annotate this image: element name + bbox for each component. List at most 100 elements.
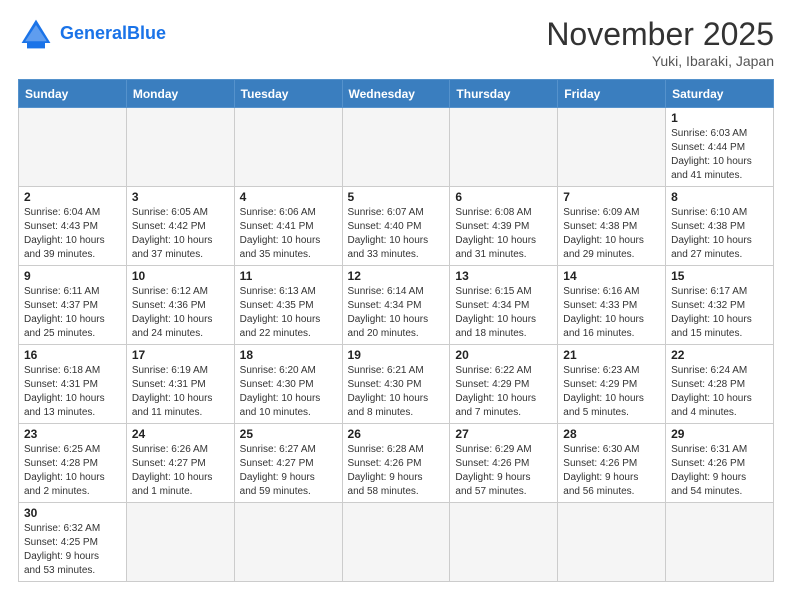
weekday-saturday: Saturday — [666, 80, 774, 108]
day-cell: 12Sunrise: 6:14 AM Sunset: 4:34 PM Dayli… — [342, 266, 450, 345]
day-cell — [126, 503, 234, 582]
week-row-4: 16 Sunrise: 6:18 AM Sunset: 4:31 PM Dayli… — [19, 345, 774, 424]
day-cell: 13Sunrise: 6:15 AM Sunset: 4:34 PM Dayli… — [450, 266, 558, 345]
day-number: 7 — [563, 190, 660, 204]
day-number: 23 — [24, 427, 121, 441]
day-number: 27 — [455, 427, 552, 441]
day-number: 9 — [24, 269, 121, 283]
day-cell: 26 Sunrise: 6:28 AM Sunset: 4:26 PM Dayli… — [342, 424, 450, 503]
day-cell — [342, 503, 450, 582]
day-cell: 20 Sunrise: 6:22 AM Sunset: 4:29 PM Dayli… — [450, 345, 558, 424]
day-info: Sunrise: 6:18 AM Sunset: 4:31 PM Dayligh… — [24, 364, 121, 420]
day-cell: 18Sunrise: 6:20 AM Sunset: 4:30 PM Dayli… — [234, 345, 342, 424]
day-cell: 8Sunrise: 6:10 AM Sunset: 4:38 PM Daylig… — [666, 187, 774, 266]
logo-blue: Blue — [127, 23, 166, 43]
day-cell: 1 Sunrise: 6:03 AM Sunset: 4:44 PM Daylig… — [666, 108, 774, 187]
week-row-5: 23 Sunrise: 6:25 AM Sunset: 4:28 PM Dayli… — [19, 424, 774, 503]
day-number: 2 — [24, 190, 121, 204]
day-cell: 28 Sunrise: 6:30 AM Sunset: 4:26 PM Dayli… — [558, 424, 666, 503]
weekday-friday: Friday — [558, 80, 666, 108]
day-info: Sunrise: 6:25 AM Sunset: 4:28 PM Dayligh… — [24, 443, 121, 499]
day-number: 17 — [132, 348, 229, 362]
day-cell — [126, 108, 234, 187]
month-title: November 2025 — [546, 16, 774, 53]
day-number: 1 — [671, 111, 768, 125]
day-info: Sunrise: 6:30 AM Sunset: 4:26 PM Dayligh… — [563, 443, 660, 499]
day-cell: 24Sunrise: 6:26 AM Sunset: 4:27 PM Dayli… — [126, 424, 234, 503]
day-number: 11 — [240, 269, 337, 283]
day-info: Sunrise: 6:07 AM Sunset: 4:40 PM Dayligh… — [348, 206, 445, 262]
week-row-3: 9 Sunrise: 6:11 AM Sunset: 4:37 PM Daylig… — [19, 266, 774, 345]
day-cell — [666, 503, 774, 582]
day-number: 19 — [348, 348, 445, 362]
day-cell: 19 Sunrise: 6:21 AM Sunset: 4:30 PM Dayli… — [342, 345, 450, 424]
day-cell: 10 Sunrise: 6:12 AM Sunset: 4:36 PM Dayli… — [126, 266, 234, 345]
header: GeneralBlue November 2025 Yuki, Ibaraki,… — [18, 16, 774, 69]
weekday-tuesday: Tuesday — [234, 80, 342, 108]
day-number: 10 — [132, 269, 229, 283]
day-number: 6 — [455, 190, 552, 204]
day-number: 25 — [240, 427, 337, 441]
day-info: Sunrise: 6:10 AM Sunset: 4:38 PM Dayligh… — [671, 206, 768, 262]
logo-general: General — [60, 23, 127, 43]
day-cell: 21 Sunrise: 6:23 AM Sunset: 4:29 PM Dayli… — [558, 345, 666, 424]
day-number: 24 — [132, 427, 229, 441]
day-info: Sunrise: 6:16 AM Sunset: 4:33 PM Dayligh… — [563, 285, 660, 341]
day-cell — [234, 108, 342, 187]
day-number: 5 — [348, 190, 445, 204]
weekday-wednesday: Wednesday — [342, 80, 450, 108]
day-number: 22 — [671, 348, 768, 362]
day-number: 18 — [240, 348, 337, 362]
day-info: Sunrise: 6:05 AM Sunset: 4:42 PM Dayligh… — [132, 206, 229, 262]
day-info: Sunrise: 6:13 AM Sunset: 4:35 PM Dayligh… — [240, 285, 337, 341]
day-number: 26 — [348, 427, 445, 441]
day-cell: 23 Sunrise: 6:25 AM Sunset: 4:28 PM Dayli… — [19, 424, 127, 503]
day-info: Sunrise: 6:28 AM Sunset: 4:26 PM Dayligh… — [348, 443, 445, 499]
day-info: Sunrise: 6:12 AM Sunset: 4:36 PM Dayligh… — [132, 285, 229, 341]
weekday-header-row: SundayMondayTuesdayWednesdayThursdayFrid… — [19, 80, 774, 108]
day-number: 28 — [563, 427, 660, 441]
day-number: 13 — [455, 269, 552, 283]
location-subtitle: Yuki, Ibaraki, Japan — [546, 53, 774, 69]
day-info: Sunrise: 6:21 AM Sunset: 4:30 PM Dayligh… — [348, 364, 445, 420]
weekday-thursday: Thursday — [450, 80, 558, 108]
day-cell — [234, 503, 342, 582]
week-row-6: 30 Sunrise: 6:32 AM Sunset: 4:25 PM Dayli… — [19, 503, 774, 582]
day-cell: 7 Sunrise: 6:09 AM Sunset: 4:38 PM Daylig… — [558, 187, 666, 266]
day-info: Sunrise: 6:22 AM Sunset: 4:29 PM Dayligh… — [455, 364, 552, 420]
day-cell: 29Sunrise: 6:31 AM Sunset: 4:26 PM Dayli… — [666, 424, 774, 503]
day-info: Sunrise: 6:03 AM Sunset: 4:44 PM Dayligh… — [671, 127, 768, 183]
day-cell: 2 Sunrise: 6:04 AM Sunset: 4:43 PM Daylig… — [19, 187, 127, 266]
day-info: Sunrise: 6:32 AM Sunset: 4:25 PM Dayligh… — [24, 522, 121, 578]
day-number: 21 — [563, 348, 660, 362]
weekday-monday: Monday — [126, 80, 234, 108]
day-cell: 22Sunrise: 6:24 AM Sunset: 4:28 PM Dayli… — [666, 345, 774, 424]
day-cell — [19, 108, 127, 187]
day-info: Sunrise: 6:04 AM Sunset: 4:43 PM Dayligh… — [24, 206, 121, 262]
day-cell: 15Sunrise: 6:17 AM Sunset: 4:32 PM Dayli… — [666, 266, 774, 345]
day-cell: 4Sunrise: 6:06 AM Sunset: 4:41 PM Daylig… — [234, 187, 342, 266]
day-info: Sunrise: 6:23 AM Sunset: 4:29 PM Dayligh… — [563, 364, 660, 420]
day-cell: 14Sunrise: 6:16 AM Sunset: 4:33 PM Dayli… — [558, 266, 666, 345]
day-number: 16 — [24, 348, 121, 362]
day-info: Sunrise: 6:11 AM Sunset: 4:37 PM Dayligh… — [24, 285, 121, 341]
day-cell: 6 Sunrise: 6:08 AM Sunset: 4:39 PM Daylig… — [450, 187, 558, 266]
day-number: 20 — [455, 348, 552, 362]
day-cell — [450, 108, 558, 187]
day-number: 30 — [24, 506, 121, 520]
week-row-2: 2 Sunrise: 6:04 AM Sunset: 4:43 PM Daylig… — [19, 187, 774, 266]
day-info: Sunrise: 6:14 AM Sunset: 4:34 PM Dayligh… — [348, 285, 445, 341]
day-info: Sunrise: 6:19 AM Sunset: 4:31 PM Dayligh… — [132, 364, 229, 420]
day-cell — [558, 108, 666, 187]
day-number: 4 — [240, 190, 337, 204]
day-info: Sunrise: 6:31 AM Sunset: 4:26 PM Dayligh… — [671, 443, 768, 499]
logo-icon — [18, 16, 54, 52]
title-block: November 2025 Yuki, Ibaraki, Japan — [546, 16, 774, 69]
logo: GeneralBlue — [18, 16, 166, 52]
weekday-sunday: Sunday — [19, 80, 127, 108]
day-info: Sunrise: 6:08 AM Sunset: 4:39 PM Dayligh… — [455, 206, 552, 262]
day-info: Sunrise: 6:09 AM Sunset: 4:38 PM Dayligh… — [563, 206, 660, 262]
day-info: Sunrise: 6:27 AM Sunset: 4:27 PM Dayligh… — [240, 443, 337, 499]
day-cell: 9 Sunrise: 6:11 AM Sunset: 4:37 PM Daylig… — [19, 266, 127, 345]
logo-text: GeneralBlue — [60, 24, 166, 44]
